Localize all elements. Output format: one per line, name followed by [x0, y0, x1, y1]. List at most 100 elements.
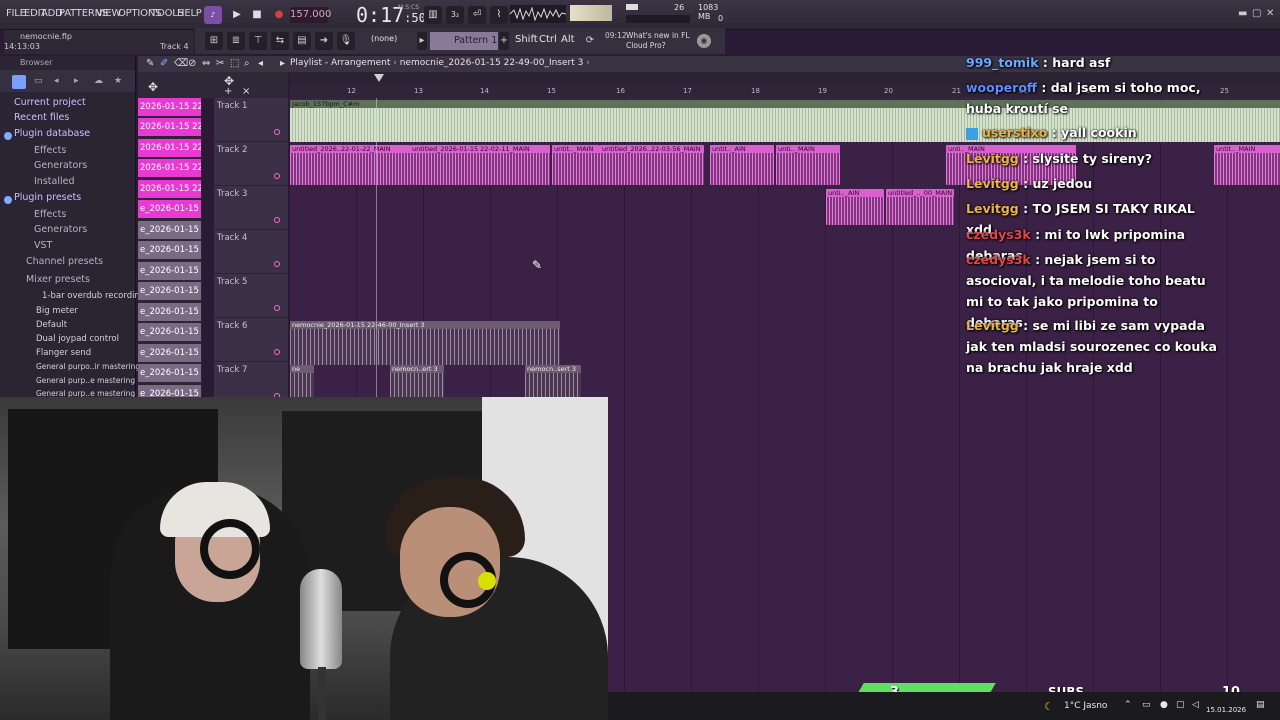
track-header-6[interactable]: Track 6 [214, 318, 288, 362]
audio-clip[interactable]: unti.._MAIN [776, 145, 840, 185]
browser-item-general-2[interactable]: General purp..e mastering 2 [36, 376, 142, 385]
audio-clip[interactable]: untit.._MAIN [552, 145, 600, 185]
audio-clip[interactable]: untitled_2026-01-15 22-02-11_MAIN [410, 145, 550, 185]
pattern-item[interactable]: 2026-01-15 22- [138, 180, 201, 198]
shift-key[interactable]: Shift [515, 34, 538, 45]
pattern-item[interactable]: e_2026-01-15 2 [138, 364, 201, 382]
tempo-display[interactable]: 157.000 [290, 7, 331, 23]
browser-item-dual-joypad[interactable]: Dual joypad control [36, 334, 119, 344]
pattern-item[interactable]: 2026-01-15 22- [138, 118, 201, 136]
track-mute-icon[interactable] [274, 305, 280, 311]
pattern-item[interactable]: e_2026-01-15 2 [138, 282, 201, 300]
minimize-icon[interactable]: ▬ [1238, 8, 1247, 19]
track-header-1[interactable]: Track 1 [214, 98, 288, 142]
browser-item-plugin-presets[interactable]: Plugin presets [14, 192, 81, 203]
mute-tool-icon[interactable]: ⊘ [188, 58, 196, 69]
alt-key[interactable]: Alt [561, 34, 575, 45]
pattern-item[interactable]: e_2026-01-15 2 [138, 262, 201, 280]
browser-item-preset-generators[interactable]: Generators [34, 224, 87, 235]
pattern-item[interactable]: e_2026-01-15 2 [138, 221, 201, 239]
mic-tray-icon[interactable]: ● [1160, 700, 1168, 710]
audio-clip[interactable]: nemocn..ert 3 [390, 365, 444, 398]
browser-back-icon[interactable]: ◂ [54, 76, 59, 86]
news-text[interactable]: What's new in FL Cloud Pro? [604, 31, 694, 51]
audio-clip[interactable]: untit.._MAIN [1214, 145, 1280, 185]
browser-item-installed[interactable]: Installed [34, 176, 74, 187]
add-pattern-icon[interactable]: + [499, 32, 509, 50]
track-mute-icon[interactable] [274, 349, 280, 355]
pattern-selector[interactable]: Pattern 1 [430, 32, 498, 50]
snap-icon[interactable]: ⊞ [205, 32, 223, 50]
browser-item-flanger-send[interactable]: Flanger send [36, 348, 91, 358]
menu-help[interactable]: HELP [177, 8, 202, 19]
maximize-icon[interactable]: ▢ [1252, 8, 1261, 19]
slice-tool-icon[interactable]: ✂ [216, 58, 224, 69]
notification-icon[interactable]: ▤ [1256, 700, 1265, 710]
volume-icon[interactable]: ◁ [1192, 700, 1199, 710]
track-header-4[interactable]: Track 4 [214, 230, 288, 274]
pattern-item[interactable]: e_2026-01-15 2 [138, 303, 201, 321]
mic-icon[interactable]: 🎙 [337, 32, 355, 50]
news-icon[interactable]: ⟳ [581, 32, 599, 50]
move-icon[interactable]: ✥ [148, 80, 158, 94]
browser-item-mixer-presets[interactable]: Mixer presets [26, 274, 90, 285]
piano-roll-icon[interactable]: ≣ [227, 32, 245, 50]
pattern-item[interactable]: e_2026-01-15 2 [138, 200, 201, 218]
audio-clip[interactable]: untitled_2026..22-01-22_MAIN [290, 145, 410, 185]
pattern-item[interactable]: 2026-01-15 22- [138, 139, 201, 157]
pattern-item[interactable]: e_2026-01-15 2 [138, 344, 201, 362]
close-icon[interactable]: ✕ [1266, 8, 1274, 19]
metronome-icon[interactable]: ▥ [424, 6, 442, 24]
zoom-tool-icon[interactable]: ⌕ [244, 58, 250, 69]
playlist-icon[interactable]: ▤ [293, 32, 311, 50]
browser-item-current-project[interactable]: Current project [14, 97, 86, 108]
track-mute-icon[interactable] [274, 173, 280, 179]
audio-clip[interactable]: untit.._AIN [710, 145, 774, 185]
browser-item-plugin-database[interactable]: Plugin database [14, 128, 90, 139]
play-button[interactable]: ▶ [228, 6, 246, 24]
pattern-item[interactable]: 2026-01-15 22- [138, 159, 201, 177]
menu-file[interactable]: FILE [6, 8, 26, 19]
browser-all-icon[interactable] [12, 75, 26, 89]
slip-tool-icon[interactable]: ⇔ [202, 58, 210, 69]
date-text[interactable]: 15.01.2026 [1206, 706, 1246, 714]
tray-chevron-icon[interactable]: ⌃ [1124, 700, 1132, 710]
draw-tool-icon[interactable]: ✎ [146, 58, 154, 69]
pattern-item[interactable]: e_2026-01-15 2 [138, 323, 201, 341]
browser-item-effects[interactable]: Effects [34, 145, 66, 156]
browser-forward-icon[interactable]: ▸ [74, 76, 79, 86]
audio-clip[interactable]: nemocn..sert 3 [525, 365, 581, 398]
audio-clip[interactable]: ne [290, 365, 314, 398]
track-mute-icon[interactable] [274, 261, 280, 267]
browser-item-vst[interactable]: VST [34, 240, 52, 251]
playback-tool-icon[interactable]: ◂ [258, 58, 263, 69]
browser-item-general-1[interactable]: General purpo..ir mastering [36, 362, 140, 371]
fl-cloud-icon[interactable]: ◉ [697, 34, 711, 48]
countdown-icon[interactable]: ⌇ [490, 6, 508, 24]
tray-app-icon[interactable]: ▭ [1142, 700, 1151, 710]
paint-tool-icon[interactable]: ✐ [160, 58, 168, 69]
mixer-icon[interactable]: ⇆ [271, 32, 289, 50]
track-header-3[interactable]: Track 3 [214, 186, 288, 230]
remove-track-icon[interactable]: × [242, 86, 250, 97]
browser-cloud-icon[interactable]: ☁ [94, 76, 103, 86]
audio-clip[interactable]: unti.._AIN [826, 189, 884, 225]
pattern-item[interactable]: e_2026-01-15 2 [138, 241, 201, 259]
audio-clip[interactable]: nemocnie_2026-01-15 22-46-00_Insert 3 [290, 321, 560, 365]
channel-rack-icon[interactable]: ⊤ [249, 32, 267, 50]
pattern-item[interactable]: 2026-01-15 22- [138, 98, 201, 116]
song-mode-toggle[interactable]: ♪ [204, 6, 222, 24]
next-icon[interactable]: ➜ [315, 32, 333, 50]
track-header-2[interactable]: Track 2 [214, 142, 288, 186]
browser-item-preset-effects[interactable]: Effects [34, 209, 66, 220]
browser-item-generators[interactable]: Generators [34, 160, 87, 171]
track-mute-icon[interactable] [274, 129, 280, 135]
delete-tool-icon[interactable]: ⌫ [174, 58, 188, 69]
browser-star-icon[interactable]: ★ [114, 76, 122, 86]
channel-select[interactable]: (none) [371, 34, 397, 43]
playlist-arrow-icon[interactable]: ▸ [280, 58, 285, 69]
browser-item-big-meter[interactable]: Big meter [36, 306, 78, 316]
stop-button[interactable]: ■ [248, 6, 266, 24]
audio-clip[interactable]: untitled_.._00_MAIN [886, 189, 954, 225]
wait-icon[interactable]: ⏎ [468, 6, 486, 24]
